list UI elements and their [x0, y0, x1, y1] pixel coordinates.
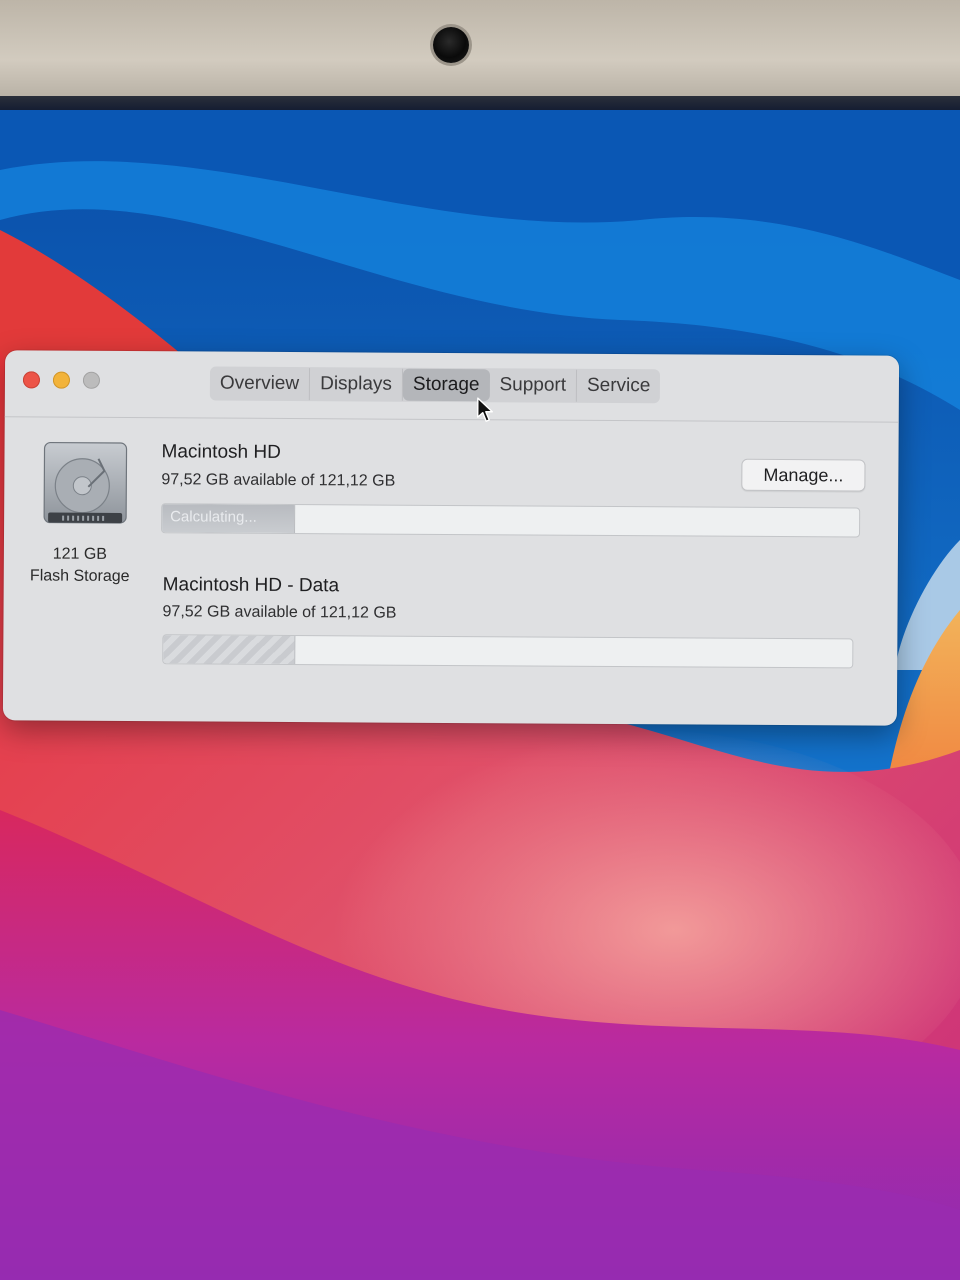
laptop-bezel: [0, 0, 960, 100]
disk-capacity: 121 GB: [52, 545, 108, 563]
system-information-window: Overview Displays Storage Support Servic…: [2, 350, 900, 726]
tab-overview[interactable]: Overview: [209, 367, 311, 401]
volume-availability: 97,52 GB available of 121,12 GB: [161, 471, 396, 490]
volume-availability: 97,52 GB available of 121,12 GB: [162, 603, 397, 622]
storage-bar-status: Calculating...: [170, 508, 257, 526]
tab-bar: Overview Displays Storage Support Servic…: [209, 366, 661, 404]
zoom-button[interactable]: [82, 371, 101, 389]
storage-bar-used: [163, 635, 296, 665]
storage-bar: Calculating...: [161, 503, 861, 538]
minimize-button[interactable]: [52, 371, 71, 389]
manage-button[interactable]: Manage...: [741, 458, 866, 492]
camera-icon: [433, 27, 469, 63]
tab-support[interactable]: Support: [489, 369, 578, 402]
tab-service[interactable]: Service: [577, 370, 661, 403]
mouse-pointer-icon: [477, 397, 493, 422]
storage-bar: [162, 634, 854, 669]
volume-name: Macintosh HD: [161, 441, 281, 463]
window-titlebar: Overview Displays Storage Support Servic…: [4, 350, 900, 423]
tab-displays[interactable]: Displays: [310, 368, 404, 401]
disk-type: Flash Storage: [29, 567, 130, 586]
hard-drive-icon: [43, 441, 128, 524]
volume-name: Macintosh HD - Data: [162, 574, 340, 597]
close-button[interactable]: [22, 371, 41, 389]
